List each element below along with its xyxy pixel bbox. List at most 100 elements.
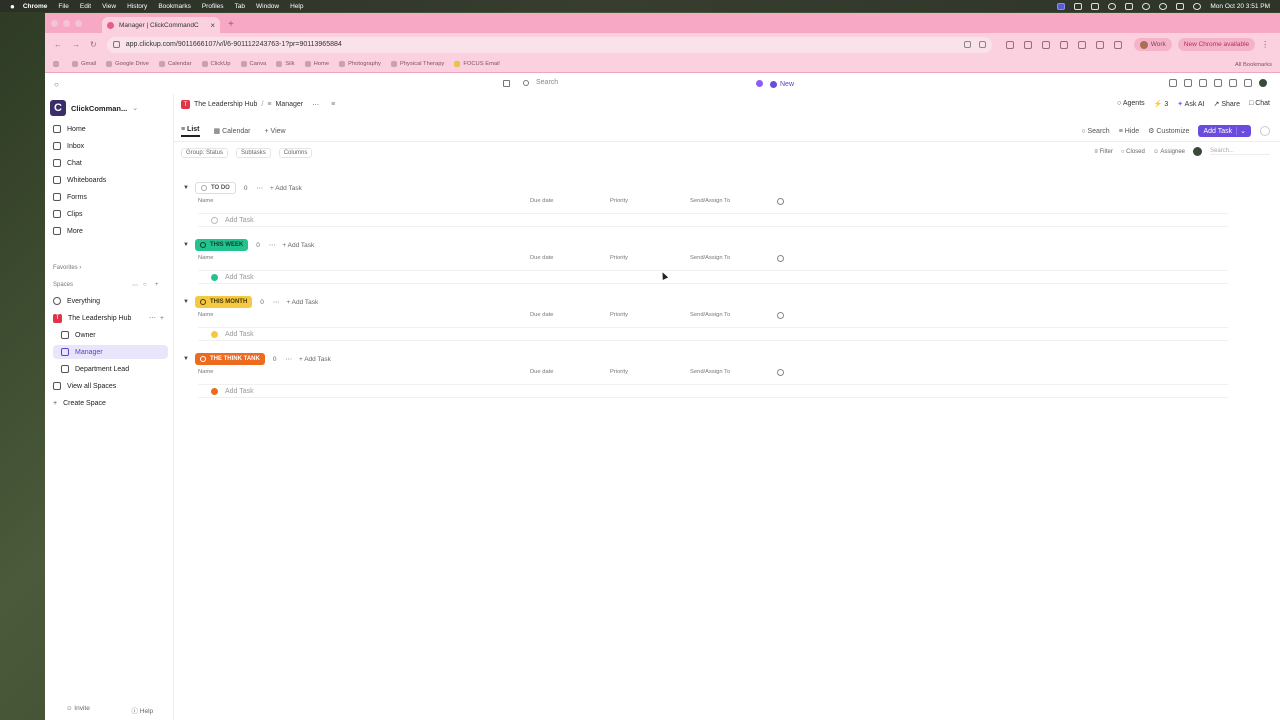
puzzle-icon[interactable] — [1077, 40, 1086, 49]
bookmark-silk[interactable]: Silk — [276, 61, 295, 67]
close-tab-icon[interactable]: × — [210, 21, 215, 30]
add-view-button[interactable]: + View — [265, 128, 286, 135]
group-more-icon[interactable]: ⋯ — [256, 184, 263, 192]
menu-file[interactable]: File — [58, 3, 68, 10]
share-button[interactable]: ↗ Share — [1214, 100, 1241, 108]
breadcrumb-space[interactable]: The Leadership Hub — [194, 101, 257, 108]
menu-profiles[interactable]: Profiles — [202, 3, 224, 10]
menu-bookmarks[interactable]: Bookmarks — [158, 3, 191, 10]
clock-icon[interactable] — [1214, 79, 1222, 87]
tab-list[interactable]: ≡ List — [181, 126, 200, 137]
bookmark-clickup[interactable]: ClickUp — [201, 61, 231, 67]
tab-calendar[interactable]: ▦ Calendar — [214, 127, 251, 135]
new-tab-icon[interactable]: + — [228, 19, 234, 30]
sidebar-item-whiteboards[interactable]: Whiteboards — [53, 173, 168, 187]
siri-icon[interactable] — [1193, 2, 1202, 10]
apple-icon[interactable]: ● — [10, 2, 15, 11]
profile-button[interactable]: Work — [1133, 38, 1172, 51]
add-column-icon[interactable] — [777, 198, 784, 205]
sidebar-item-inbox[interactable]: Inbox — [53, 139, 168, 153]
list-description-icon[interactable]: ≡ — [331, 101, 335, 108]
status-pill[interactable]: THIS WEEK — [194, 239, 249, 251]
menu-app[interactable]: Chrome — [23, 3, 48, 10]
search-tasks-button[interactable]: ○ Search — [1081, 128, 1109, 135]
sidebar-item-view-all-spaces[interactable]: View all Spaces — [53, 379, 168, 393]
sidebar-item-department-lead[interactable]: Department Lead — [53, 362, 168, 376]
menu-tab[interactable]: Tab — [235, 3, 245, 10]
col-assign[interactable]: Send/Assign To — [690, 198, 730, 204]
bookmark-physical-therapy[interactable]: Physical Therapy — [390, 61, 444, 67]
calendar-icon[interactable] — [503, 80, 510, 87]
automations-button[interactable]: ⚡ 3 — [1154, 100, 1169, 108]
sidebar-item-clips[interactable]: Clips — [53, 207, 168, 221]
col-due-date[interactable]: Due date — [530, 198, 554, 204]
status-icon[interactable] — [1074, 2, 1083, 10]
extension-icon[interactable] — [1059, 40, 1068, 49]
add-column-icon[interactable] — [777, 369, 784, 376]
user-avatar[interactable] — [1193, 147, 1202, 156]
notepad-icon[interactable] — [1184, 79, 1192, 87]
status-icon[interactable] — [1125, 2, 1134, 10]
apps-grid-icon[interactable] — [1244, 79, 1252, 87]
add-task-row[interactable]: Add Task — [198, 384, 1228, 398]
col-assign[interactable]: Send/Assign To — [690, 312, 730, 318]
col-priority[interactable]: Priority — [610, 369, 628, 375]
customize-button[interactable]: ⚙ Customize — [1148, 127, 1189, 135]
col-priority[interactable]: Priority — [610, 312, 628, 318]
task-search-input[interactable]: Search... — [1210, 148, 1270, 155]
add-task-row[interactable]: Add Task — [198, 327, 1228, 341]
global-search-label[interactable]: Search — [536, 79, 558, 86]
sidebar-item-chat[interactable]: Chat — [53, 156, 168, 170]
invite-button[interactable]: ☺ Invite — [66, 705, 90, 715]
bookmark-google-drive[interactable]: Google Drive — [106, 61, 149, 67]
bookmark-calendar[interactable]: Calendar — [158, 61, 192, 67]
bookmark-home[interactable]: Home — [304, 61, 329, 67]
collapse-toolbar-icon[interactable] — [1260, 126, 1270, 136]
chevron-down-icon[interactable]: ⌄ — [1236, 127, 1246, 135]
url-text[interactable]: app.clickup.com/9011666107/v/l/6-9011122… — [126, 41, 956, 48]
group-add-task[interactable]: + Add Task — [286, 299, 318, 306]
add-space-icon[interactable]: + — [155, 282, 159, 288]
bookmark-canva[interactable]: Canva — [240, 61, 266, 67]
add-task-button[interactable]: Add Task ⌄ — [1198, 125, 1251, 137]
breadcrumb-list[interactable]: Manager — [275, 101, 303, 108]
bookmark-star-icon[interactable] — [978, 41, 986, 48]
col-priority[interactable]: Priority — [610, 198, 628, 204]
close-window-button[interactable] — [51, 20, 58, 27]
bookmark-gmail[interactable]: Gmail — [72, 61, 96, 67]
group-more-icon[interactable]: ⋯ — [285, 355, 292, 363]
download-icon[interactable] — [1113, 40, 1122, 49]
all-bookmarks[interactable]: All Bookmarks — [1235, 56, 1272, 73]
new-button[interactable]: New — [770, 77, 794, 91]
sidebar-toggle-icon[interactable]: ○ — [54, 80, 59, 89]
col-assign[interactable]: Send/Assign To — [690, 369, 730, 375]
ask-ai-button[interactable]: ✦ Ask AI — [1177, 100, 1204, 108]
sidebar-item-home[interactable]: Home — [53, 122, 168, 136]
menu-history[interactable]: History — [127, 3, 147, 10]
global-search[interactable]: Search — [503, 77, 763, 91]
minimize-window-button[interactable] — [63, 20, 70, 27]
sidebar-item-more[interactable]: More — [53, 224, 168, 238]
menu-window[interactable]: Window — [256, 3, 279, 10]
col-due-date[interactable]: Due date — [530, 369, 554, 375]
chrome-update-button[interactable]: New Chrome available — [1177, 38, 1256, 51]
agents-button[interactable]: ○ Agents — [1117, 100, 1145, 108]
group-by-button[interactable]: Group: Status — [181, 148, 229, 158]
collapse-caret-icon[interactable]: ▼ — [183, 356, 189, 362]
bookmark-photography[interactable]: Photography — [339, 61, 381, 67]
extension-icon[interactable] — [1023, 40, 1032, 49]
col-assign[interactable]: Send/Assign To — [690, 255, 730, 261]
status-pill[interactable]: THE THINK TANK — [194, 353, 265, 365]
browser-tab[interactable]: Manager | ClickCommandC × — [102, 17, 220, 33]
extension-icon[interactable] — [1041, 40, 1050, 49]
video-icon[interactable] — [1199, 79, 1207, 87]
sidebar-item-manager[interactable]: Manager — [53, 345, 168, 359]
filter-button[interactable]: ≡ Filter — [1094, 149, 1113, 155]
search-icon[interactable]: ○ — [143, 282, 147, 288]
menu-edit[interactable]: Edit — [80, 3, 91, 10]
closed-button[interactable]: ○ Closed — [1121, 149, 1145, 155]
col-due-date[interactable]: Due date — [530, 312, 554, 318]
col-name[interactable]: Name — [198, 255, 213, 261]
add-column-icon[interactable] — [777, 255, 784, 262]
sidebar-item-leadership-hub[interactable]: T The Leadership Hub ⋯ + — [53, 311, 168, 325]
